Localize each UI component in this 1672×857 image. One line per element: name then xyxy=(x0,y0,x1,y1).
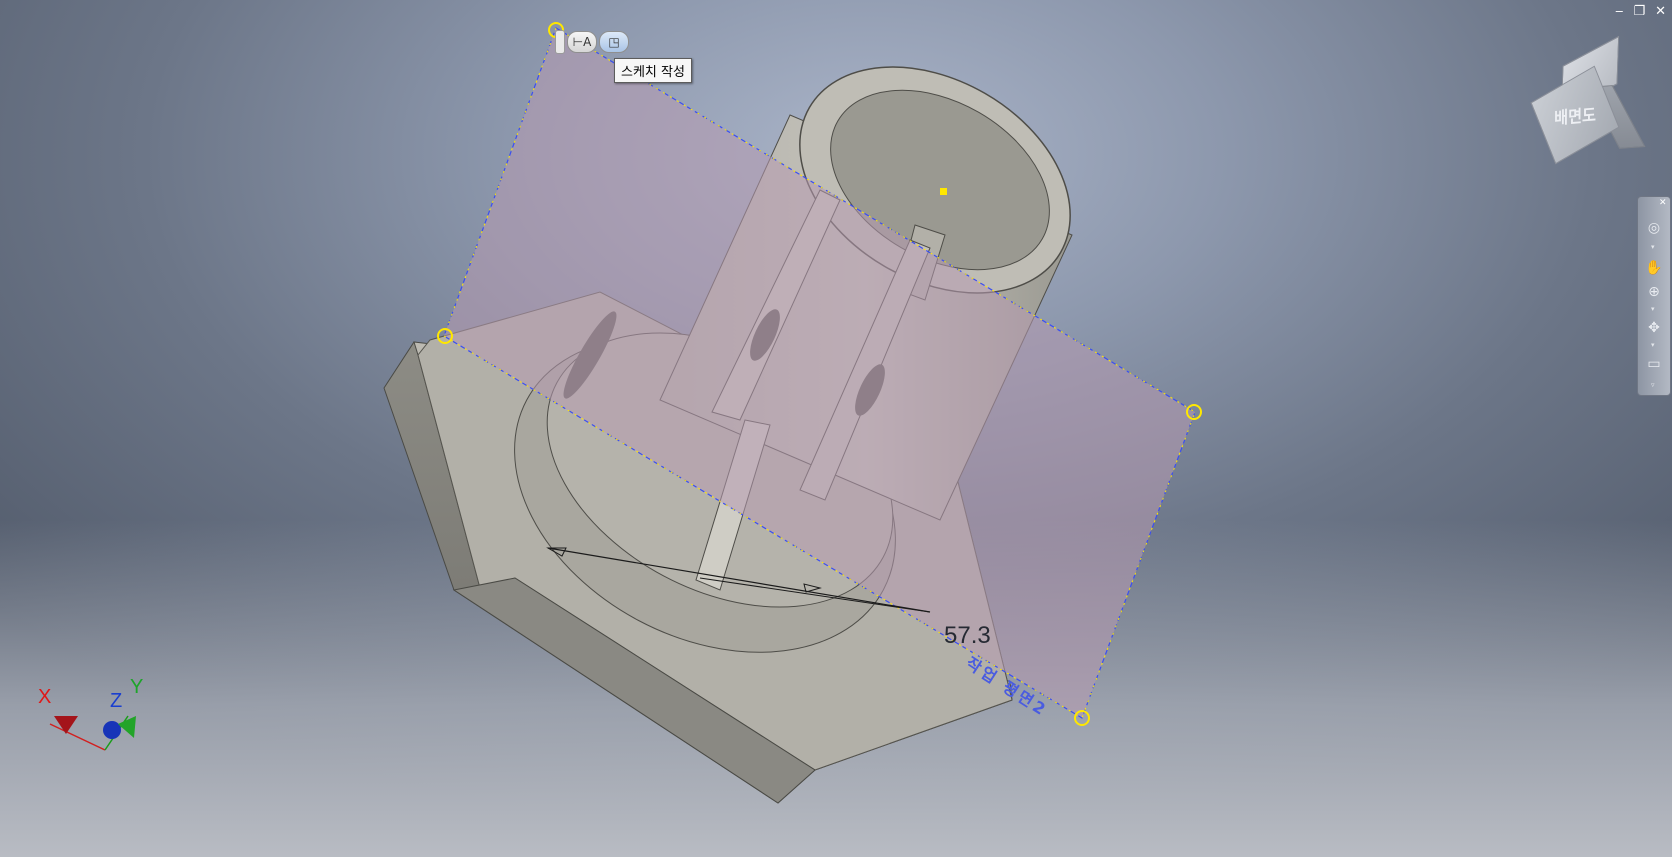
chevron-down-icon[interactable]: ▾ xyxy=(1651,341,1655,349)
orbit-icon[interactable]: ✥ xyxy=(1643,317,1665,339)
steering-wheel-icon[interactable]: ◎ xyxy=(1643,217,1665,239)
chevron-down-icon[interactable]: ▾ xyxy=(1651,243,1655,251)
x-axis-label: X xyxy=(38,686,52,708)
viewcube[interactable]: 배면도 xyxy=(1520,35,1646,172)
zoom-icon[interactable]: ⊕ xyxy=(1643,281,1665,303)
close-button[interactable]: ✕ xyxy=(1655,4,1666,19)
viewcube-face-label: 배면도 xyxy=(1554,104,1596,129)
model-scene[interactable] xyxy=(0,0,1672,857)
window-controls: ‒ ❐ ✕ xyxy=(1615,4,1666,19)
customize-icon[interactable]: ▿ xyxy=(1651,381,1655,389)
look-at-icon[interactable]: ▭ xyxy=(1643,353,1665,375)
coordinate-triad: X Y Z xyxy=(30,676,160,774)
tooltip: 스케치 작성 xyxy=(614,58,692,83)
chevron-down-icon[interactable]: ▾ xyxy=(1651,305,1655,313)
sketch-dimension-icon: ⊢A xyxy=(572,35,592,49)
mini-toolbar: ⊢A ◳ xyxy=(555,30,629,54)
create-sketch-icon: ◳ xyxy=(608,35,620,49)
navigation-bar: ✕ ◎ ▾ ✋ ⊕ ▾ ✥ ▾ ▭ ▿ xyxy=(1637,196,1671,396)
minimize-button[interactable]: ‒ xyxy=(1615,4,1623,19)
z-axis-label: Z xyxy=(110,690,123,712)
navbar-close-icon[interactable]: ✕ xyxy=(1659,198,1667,208)
3d-viewport[interactable]: 57.3 작업 평면2 xyxy=(0,0,1672,857)
pan-icon[interactable]: ✋ xyxy=(1643,257,1665,279)
create-sketch-button[interactable]: ◳ xyxy=(599,31,629,53)
plane-center-point xyxy=(940,188,947,195)
toolbar-grip[interactable] xyxy=(555,30,565,54)
sketch-dimension-button[interactable]: ⊢A xyxy=(567,31,597,53)
restore-button[interactable]: ❐ xyxy=(1633,4,1645,19)
dimension-value[interactable]: 57.3 xyxy=(944,622,991,650)
y-axis-label: Y xyxy=(130,676,144,698)
